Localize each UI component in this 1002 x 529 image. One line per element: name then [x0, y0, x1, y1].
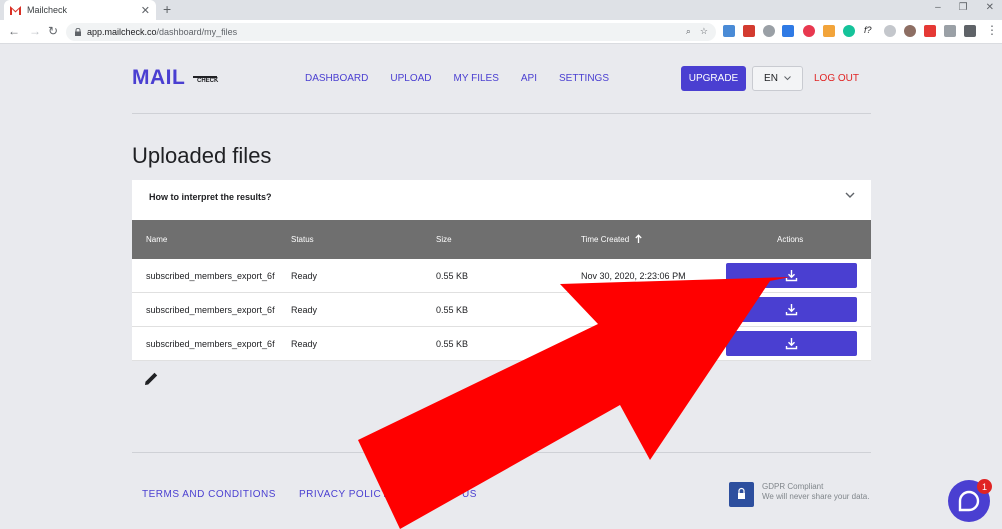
browser-tab-bar: Mailcheck ✕ + – ❐ ✕ — [0, 0, 1002, 20]
nav-dashboard[interactable]: DASHBOARD — [305, 73, 368, 84]
header-time-created[interactable]: Time Created — [581, 235, 629, 244]
file-status: Ready — [291, 305, 318, 315]
minimize-icon[interactable]: – — [935, 2, 941, 13]
extension-red-icon[interactable] — [924, 25, 936, 37]
extension-mail-icon[interactable] — [743, 25, 755, 37]
extension-calendar-icon[interactable] — [723, 25, 735, 37]
url-host: app.mailcheck.co — [87, 27, 157, 37]
extensions-puzzle-icon[interactable] — [964, 25, 976, 37]
download-icon — [785, 304, 798, 316]
logout-link[interactable]: LOG OUT — [814, 73, 859, 84]
extension-grammarly-icon[interactable] — [843, 25, 855, 37]
extension-k-icon[interactable] — [884, 25, 896, 37]
interpret-results-accordion[interactable]: How to interpret the results? — [132, 180, 871, 220]
gdpr-title: GDPR Compliant — [762, 482, 824, 491]
header-divider — [132, 113, 871, 114]
file-name: subscribed_members_export_6f — [146, 339, 275, 349]
page-title: Uploaded files — [132, 143, 272, 168]
nav-api[interactable]: API — [521, 73, 537, 84]
restore-icon[interactable]: ❐ — [959, 2, 968, 13]
nav-settings[interactable]: SETTINGS — [559, 73, 609, 84]
chat-notification-badge: 1 — [977, 479, 992, 494]
file-status: Ready — [291, 271, 318, 281]
gdpr-subtitle: We will never share your data. — [762, 492, 870, 501]
main-navigation: DASHBOARD UPLOAD MY FILES API SETTINGS — [305, 73, 631, 84]
language-select[interactable]: EN — [752, 66, 803, 91]
file-size: 0.55 KB — [436, 271, 469, 281]
edit-pencil-icon[interactable] — [144, 371, 159, 386]
browser-toolbar: ← → ↻ app.mailcheck.co/dashboard/my_file… — [0, 20, 1002, 44]
extension-record-icon[interactable] — [803, 25, 815, 37]
download-icon — [785, 338, 798, 350]
download-button[interactable] — [726, 331, 857, 356]
files-table-header: Name Status Size Time Created Actions — [132, 220, 871, 259]
back-icon[interactable]: ← — [8, 24, 20, 38]
accordion-chevron-icon — [845, 192, 855, 198]
header-name[interactable]: Name — [146, 235, 167, 244]
reload-icon[interactable]: ↻ — [48, 24, 58, 38]
extension-tag-icon[interactable] — [823, 25, 835, 37]
browser-menu-icon[interactable]: ⋮ — [986, 23, 998, 37]
extension-docs-icon[interactable] — [782, 25, 794, 37]
logo-subtext: CHECK — [193, 76, 218, 85]
table-row: subscribed_members_export_6f Ready 0.55 … — [132, 327, 871, 361]
lock-icon — [75, 28, 81, 36]
tab-close-icon[interactable]: ✕ — [141, 4, 150, 17]
gdpr-notice: GDPR Compliant We will never share your … — [729, 482, 869, 507]
window-controls: – ❐ ✕ — [935, 2, 994, 13]
bookmark-star-icon[interactable]: ☆ — [700, 26, 708, 37]
gmail-favicon-icon — [10, 5, 21, 15]
mailcheck-logo[interactable]: MAIL CHECK — [132, 66, 222, 89]
extension-wordpress-icon[interactable] — [763, 25, 775, 37]
contact-us-link[interactable]: US — [462, 489, 477, 500]
extension-cookie-icon[interactable] — [904, 25, 916, 37]
extension-formula-icon[interactable]: f? — [864, 25, 876, 37]
sort-ascending-icon[interactable] — [635, 234, 642, 243]
upgrade-button[interactable]: UPGRADE — [681, 66, 746, 91]
window-close-icon[interactable]: ✕ — [986, 2, 994, 13]
accordion-question: How to interpret the results? — [149, 192, 272, 202]
download-button[interactable] — [726, 263, 857, 288]
table-row: subscribed_members_export_6f Ready 0.55 … — [132, 293, 871, 327]
file-size: 0.55 KB — [436, 339, 469, 349]
footer-divider — [132, 452, 871, 453]
privacy-policy-link[interactable]: PRIVACY POLICY — [299, 489, 388, 500]
chevron-down-icon — [784, 76, 791, 81]
url-path: /dashboard/my_files — [156, 27, 238, 37]
nav-my-files[interactable]: MY FILES — [453, 73, 498, 84]
forward-icon[interactable]: → — [29, 24, 41, 38]
zoom-icon[interactable]: ⌕ — [686, 26, 691, 37]
header-size[interactable]: Size — [436, 235, 452, 244]
language-value: EN — [764, 73, 778, 84]
terms-link[interactable]: TERMS AND CONDITIONS — [142, 489, 276, 500]
tab-title: Mailcheck — [27, 5, 68, 15]
table-row: subscribed_members_export_6f Ready 0.55 … — [132, 259, 871, 293]
gdpr-lock-icon — [729, 482, 754, 507]
file-size: 0.55 KB — [436, 305, 469, 315]
extension-reader-icon[interactable] — [944, 25, 956, 37]
file-name: subscribed_members_export_6f — [146, 305, 275, 315]
browser-tab[interactable]: Mailcheck ✕ — [4, 0, 156, 20]
nav-upload[interactable]: UPLOAD — [390, 73, 431, 84]
download-button[interactable] — [726, 297, 857, 322]
file-status: Ready — [291, 339, 318, 349]
header-actions: Actions — [777, 235, 804, 244]
logo-text: MAIL — [132, 66, 186, 89]
download-icon — [785, 270, 798, 282]
new-tab-button[interactable]: + — [163, 1, 171, 17]
file-name: subscribed_members_export_6f — [146, 271, 275, 281]
header-status[interactable]: Status — [291, 235, 314, 244]
file-time: Nov 30, 2020, 2:23:06 PM — [581, 271, 686, 281]
address-bar[interactable]: app.mailcheck.co/dashboard/my_files ⌕ ☆ — [66, 23, 716, 41]
